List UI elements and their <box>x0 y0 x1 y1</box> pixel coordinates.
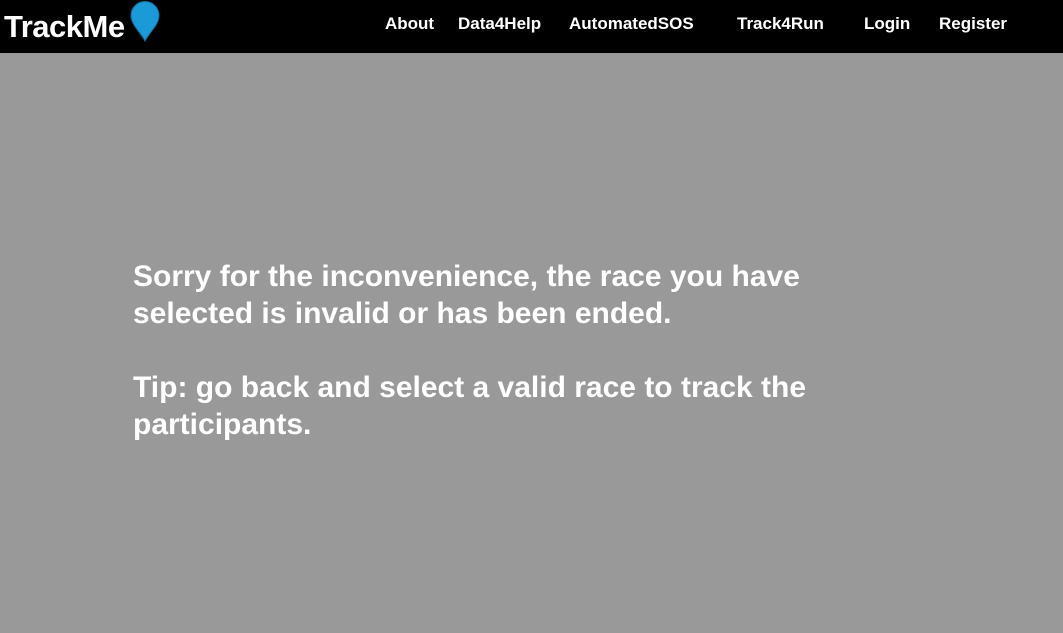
nav-link-register[interactable]: Register <box>939 14 1007 34</box>
brand-name: TrackMe <box>4 8 125 44</box>
map-pin-icon <box>130 1 160 42</box>
nav-link-data4help[interactable]: Data4Help <box>458 14 541 34</box>
tip-message: Tip: go back and select a valid race to … <box>133 371 807 441</box>
message-area: Sorry for the inconvenience, the race yo… <box>133 258 893 443</box>
nav-link-track4run[interactable]: Track4Run <box>737 14 824 34</box>
top-navbar: TrackMe About Data4Help AutomatedSOS Tra… <box>0 0 1063 53</box>
brand-logo-link[interactable]: TrackMe <box>4 4 125 48</box>
nav-link-automatedsos[interactable]: AutomatedSOS <box>569 14 694 34</box>
nav-link-login[interactable]: Login <box>864 14 910 34</box>
nav-link-about[interactable]: About <box>385 14 434 34</box>
error-message: Sorry for the inconvenience, the race yo… <box>133 260 800 330</box>
